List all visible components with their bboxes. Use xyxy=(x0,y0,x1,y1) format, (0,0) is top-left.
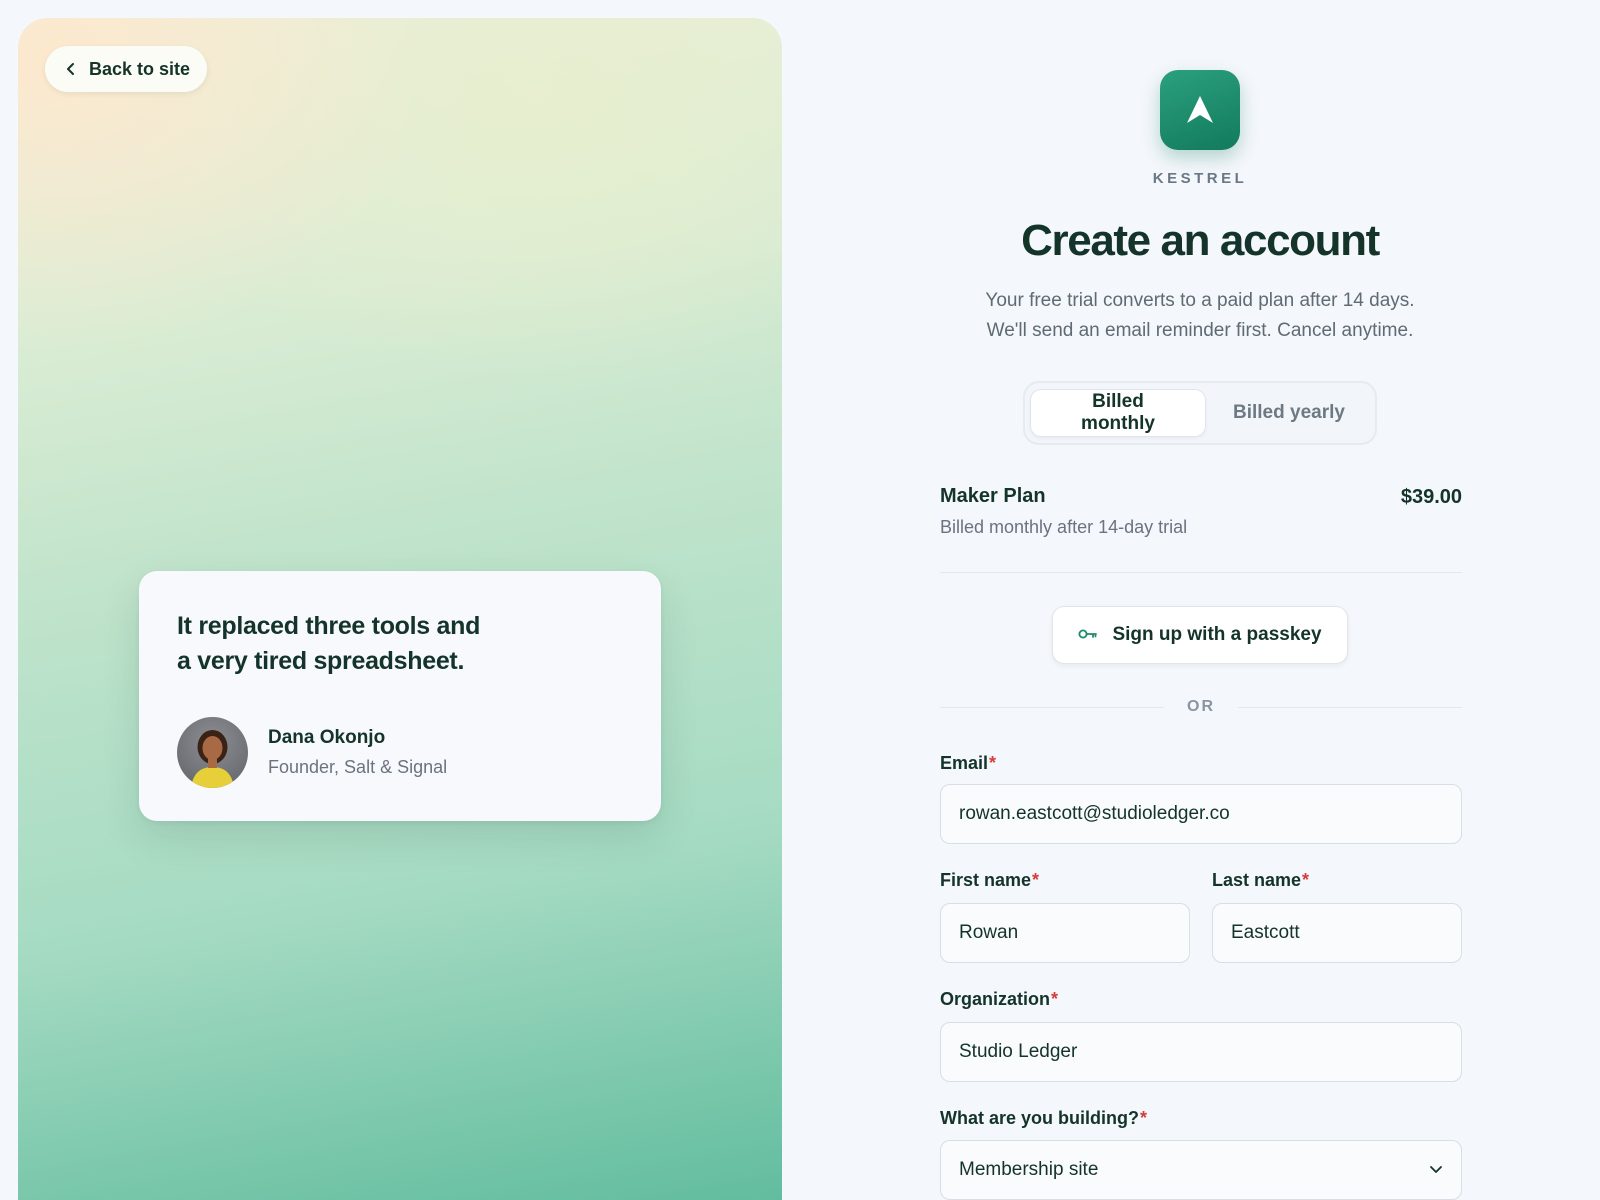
first-name-label: First name* xyxy=(940,870,1039,891)
divider xyxy=(940,572,1462,573)
organization-label-text: Organization xyxy=(940,989,1051,1009)
signup-page: Back to site It replaced three tools and… xyxy=(0,0,1600,1200)
passkey-label: Sign up with a passkey xyxy=(1112,624,1322,645)
plan-name: Maker Plan xyxy=(940,485,1046,507)
chevron-down-icon xyxy=(1429,1159,1443,1181)
plan-billing-note: Billed monthly after 14-day trial xyxy=(940,517,1188,537)
subtitle-line-1: Your free trial converts to a paid plan … xyxy=(985,290,1415,311)
email-field[interactable] xyxy=(940,784,1462,844)
last-name-field[interactable] xyxy=(1212,903,1462,963)
page-title: Create an account xyxy=(1021,216,1380,265)
testimonial-author: Dana Okonjo Founder, Salt & Signal xyxy=(177,717,623,788)
required-mark: * xyxy=(1140,1108,1148,1128)
email-label: Email* xyxy=(940,753,996,774)
required-mark: * xyxy=(1302,870,1310,890)
back-to-site-button[interactable]: Back to site xyxy=(45,46,207,92)
building-label-text: What are you building? xyxy=(940,1108,1139,1128)
testimonial-quote: It replaced three tools and a very tired… xyxy=(177,609,497,679)
author-role: Founder, Salt & Signal xyxy=(268,757,448,777)
key-icon xyxy=(1078,624,1098,646)
testimonial-quote-line-2: a very tired spreadsheet. xyxy=(177,647,465,675)
building-label: What are you building?* xyxy=(940,1108,1147,1129)
author-name: Dana Okonjo xyxy=(268,727,386,748)
first-name-field[interactable] xyxy=(940,903,1190,963)
last-name-label: Last name* xyxy=(1212,870,1309,891)
required-mark: * xyxy=(989,753,997,773)
brand-name: KESTREL xyxy=(1152,170,1248,187)
first-name-label-text: First name xyxy=(940,870,1032,890)
back-to-site-label: Back to site xyxy=(89,58,191,79)
or-label: OR xyxy=(1187,698,1215,715)
kestrel-logo xyxy=(1160,70,1240,150)
avatar xyxy=(177,717,248,788)
chevron-left-icon xyxy=(65,62,77,76)
email-label-text: Email xyxy=(940,753,989,773)
passkey-signup-button[interactable]: Sign up with a passkey xyxy=(1052,606,1348,664)
last-name-label-text: Last name xyxy=(1212,870,1302,890)
building-selected-value: Membership site xyxy=(959,1159,1099,1180)
building-select[interactable]: Membership site xyxy=(940,1140,1462,1200)
or-separator: OR xyxy=(940,696,1462,720)
required-mark: * xyxy=(1032,870,1040,890)
organization-field[interactable] xyxy=(940,1022,1462,1082)
subtitle-line-2: We'll send an email reminder first. Canc… xyxy=(986,320,1414,341)
organization-label: Organization* xyxy=(940,989,1058,1010)
page-subtitle: Your free trial converts to a paid plan … xyxy=(900,286,1500,346)
testimonial-quote-line-1: It replaced three tools and xyxy=(177,612,481,640)
arrow-up-icon xyxy=(1187,96,1213,123)
billed-yearly-option[interactable]: Billed yearly xyxy=(1209,390,1369,436)
hero-panel: Back to site It replaced three tools and… xyxy=(18,18,782,1200)
billing-toggle: Billed monthly Billed yearly xyxy=(1025,383,1375,443)
required-mark: * xyxy=(1051,989,1059,1009)
plan-price: $39.00 xyxy=(1400,486,1462,508)
testimonial-card: It replaced three tools and a very tired… xyxy=(139,571,661,821)
billed-monthly-option[interactable]: Billed monthly xyxy=(1031,390,1205,436)
